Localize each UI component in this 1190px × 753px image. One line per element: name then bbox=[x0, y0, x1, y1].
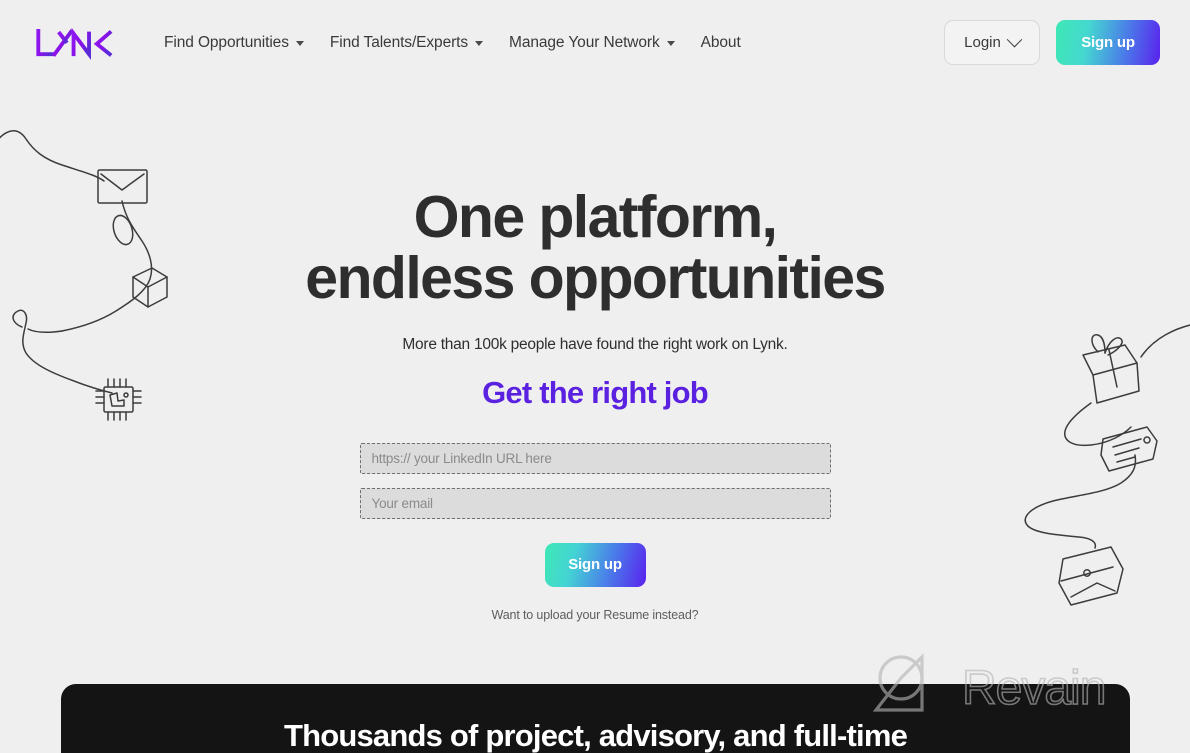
dark-panel-heading: Thousands of project, advisory, and full… bbox=[283, 718, 908, 753]
hero-title-line-1: One platform, bbox=[413, 184, 778, 250]
signup-form: Sign up Want to upload your Resume inste… bbox=[359, 442, 831, 622]
login-button[interactable]: Login bbox=[944, 20, 1040, 65]
chevron-down-icon bbox=[666, 41, 675, 46]
nav-label: Find Talents/Experts bbox=[329, 33, 469, 51]
lynk-wordmark-logo[interactable] bbox=[34, 26, 120, 60]
dark-promo-panel: Thousands of project, advisory, and full… bbox=[61, 684, 1130, 753]
nav-label: Find Opportunities bbox=[164, 33, 289, 51]
email-input[interactable] bbox=[359, 487, 831, 519]
page-title: One platform, endless opportunities bbox=[305, 184, 886, 312]
linkedin-url-input[interactable] bbox=[359, 442, 831, 474]
hero-cta-heading: Get the right job bbox=[482, 374, 709, 410]
chevron-down-icon bbox=[1006, 31, 1023, 48]
signup-button-nav[interactable]: Sign up bbox=[1056, 20, 1160, 65]
nav-label: About bbox=[700, 33, 741, 51]
hero-section: One platform, endless opportunities More… bbox=[0, 85, 1190, 622]
nav-item-find-talents[interactable]: Find Talents/Experts bbox=[329, 33, 484, 52]
nav-item-about[interactable]: About bbox=[701, 34, 741, 52]
nav-label: Manage Your Network bbox=[509, 33, 660, 51]
hero-subtitle: More than 100k people have found the rig… bbox=[402, 335, 788, 353]
chevron-down-icon bbox=[475, 41, 484, 46]
chevron-down-icon bbox=[295, 41, 304, 46]
primary-nav: Find Opportunities Find Talents/Experts … bbox=[164, 34, 944, 52]
upload-resume-link[interactable]: Want to upload your Resume instead? bbox=[492, 608, 699, 622]
top-navbar: Find Opportunities Find Talents/Experts … bbox=[0, 0, 1190, 85]
nav-actions: Login Sign up bbox=[944, 20, 1160, 65]
nav-item-manage-network[interactable]: Manage Your Network bbox=[509, 34, 675, 52]
signup-submit-button[interactable]: Sign up bbox=[544, 542, 646, 587]
login-label: Login bbox=[964, 34, 1001, 51]
hero-title-line-2: endless opportunities bbox=[305, 245, 886, 312]
nav-item-find-opportunities[interactable]: Find Opportunities bbox=[164, 34, 304, 52]
